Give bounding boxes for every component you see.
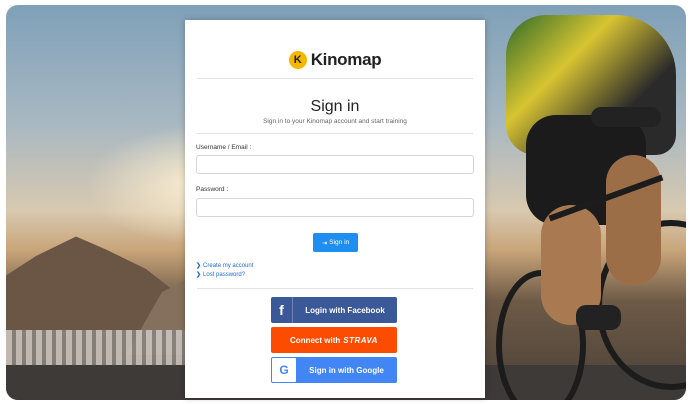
brand-logo[interactable]: K Kinomap	[185, 50, 485, 70]
google-icon: G	[272, 358, 296, 382]
strava-logo-text: STRAVA	[343, 335, 378, 345]
strava-connect-label: Connect with	[290, 335, 341, 345]
kinomap-logo-icon: K	[288, 51, 307, 69]
create-account-link[interactable]: ❯ Create my account	[196, 262, 254, 270]
bike-saddle	[591, 107, 661, 127]
username-input[interactable]	[196, 155, 474, 174]
cyclist-shoe	[576, 305, 621, 330]
sign-in-arrow-icon: ⇥	[321, 239, 328, 247]
username-label: Username / Email :	[196, 144, 252, 151]
facebook-icon: f	[271, 297, 293, 323]
facebook-login-label: Login with Facebook	[305, 305, 385, 315]
divider	[197, 288, 473, 289]
signin-button-label: Sign in	[329, 239, 350, 246]
strava-connect-button[interactable]: Connect with STRAVA	[271, 327, 397, 353]
password-label: Password :	[196, 186, 229, 193]
create-account-label: Create my account	[203, 262, 254, 269]
signin-button[interactable]: ⇥ Sign in	[313, 233, 358, 252]
cyclist-leg	[606, 155, 661, 285]
password-input[interactable]	[196, 198, 474, 217]
facebook-login-button[interactable]: f Login with Facebook	[271, 297, 397, 323]
divider	[197, 133, 473, 134]
chevron-right-icon: ❯	[196, 272, 202, 278]
divider	[197, 78, 473, 79]
chevron-right-icon: ❯	[196, 263, 202, 269]
lost-password-label: Lost password?	[203, 271, 246, 278]
brand-name: Kinomap	[310, 50, 382, 69]
lost-password-link[interactable]: ❯ Lost password?	[196, 271, 246, 279]
signin-panel: K Kinomap Sign in Sign in to your Kinoma…	[185, 20, 485, 398]
google-signin-label: Sign in with Google	[309, 365, 384, 375]
page-title: Sign in	[310, 98, 360, 115]
google-signin-button[interactable]: G Sign in with Google	[271, 357, 397, 383]
page-subtitle: Sign in to your Kinomap account and star…	[263, 118, 407, 125]
cyclist-image	[486, 5, 686, 400]
